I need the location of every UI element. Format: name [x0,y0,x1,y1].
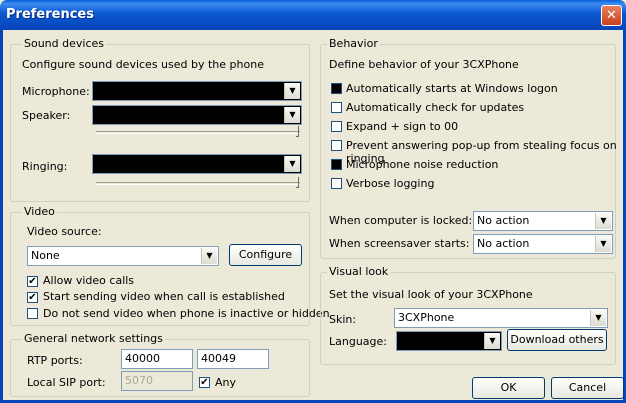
screensaver-label: When screensaver starts: [329,237,470,250]
microphone-label: Microphone: [22,85,90,98]
any-port-checkbox[interactable]: ✔ [199,377,210,388]
video-legend: Video [22,205,57,218]
chevron-down-icon: ▼ [595,213,611,229]
configure-label: Configure [238,248,293,261]
rtp-ports-label: RTP ports: [27,354,83,367]
language-select[interactable]: ▼ [396,331,502,351]
chevron-down-icon: ▼ [590,310,606,326]
auto-update-checkbox[interactable] [331,102,342,113]
local-sip-port-input[interactable]: 5070 [121,371,193,391]
language-label: Language: [329,335,387,348]
noise-reduction-label: Microphone noise reduction [346,158,499,171]
ok-label: OK [500,381,517,394]
speaker-select[interactable]: ▼ [92,105,302,125]
skin-label: Skin: [329,313,357,326]
skin-select[interactable]: 3CXPhone ▼ [394,308,608,328]
ok-button[interactable]: OK [472,377,545,399]
title-bar: Preferences ✕ [0,0,626,30]
video-source-label: Video source: [27,225,102,238]
ringing-label: Ringing: [22,160,68,173]
rtp-port-to-input[interactable]: 40049 [197,349,269,369]
ringing-select[interactable]: ▼ [92,154,302,174]
speaker-volume-thumb[interactable] [296,126,299,137]
expand-plus-label: Expand + sign to 00 [346,120,459,133]
screensaver-action-select[interactable]: No action ▼ [473,234,613,254]
cancel-label: Cancel [568,381,607,394]
configure-button[interactable]: Configure [229,244,302,266]
any-port-label: Any [215,376,237,389]
rtp-port-from-value: 40000 [125,352,160,365]
verbose-logging-label: Verbose logging [346,177,435,190]
download-others-button[interactable]: Download others [507,329,607,351]
start-sending-video-label: Start sending video when call is establi… [43,290,285,303]
speaker-volume-slider[interactable] [96,131,300,134]
allow-video-checkbox[interactable]: ✔ [27,276,38,287]
noise-reduction-checkbox[interactable] [331,159,342,170]
behavior-legend: Behavior [327,37,380,50]
microphone-select[interactable]: ▼ [92,81,302,101]
rtp-port-from-input[interactable]: 40000 [121,349,193,369]
sound-description: Configure sound devices used by the phon… [22,58,264,71]
window-title: Preferences [6,7,94,22]
allow-video-label: Allow video calls [43,274,135,287]
video-source-select[interactable]: None ▼ [27,246,219,266]
behavior-description: Define behavior of your 3CXPhone [329,58,519,71]
auto-update-label: Automatically check for updates [346,101,525,114]
chevron-down-icon: ▼ [595,236,611,252]
ringing-volume-slider[interactable] [96,182,300,185]
sound-devices-legend: Sound devices [22,37,106,50]
skin-value: 3CXPhone [398,311,455,324]
visual-look-legend: Visual look [327,265,391,278]
speaker-label: Speaker: [22,109,71,122]
locked-action-select[interactable]: No action ▼ [473,211,613,231]
close-icon: ✕ [606,8,617,23]
local-sip-port-value: 5070 [125,374,153,387]
prevent-popup-checkbox[interactable] [331,140,342,151]
video-source-value: None [31,249,60,262]
locked-label: When computer is locked: [329,214,473,227]
rtp-port-to-value: 40049 [201,352,236,365]
auto-start-checkbox[interactable] [331,83,342,94]
local-sip-port-label: Local SIP port: [27,376,106,389]
auto-start-label: Automatically starts at Windows logon [346,82,558,95]
start-sending-video-checkbox[interactable]: ✔ [27,292,38,303]
ringing-volume-thumb[interactable] [296,177,299,188]
chevron-down-icon: ▼ [284,107,300,123]
cancel-button[interactable]: Cancel [551,377,624,399]
locked-action-value: No action [477,214,530,227]
download-others-label: Download others [510,333,604,346]
chevron-down-icon: ▼ [284,83,300,99]
chevron-down-icon: ▼ [484,333,500,349]
screensaver-action-value: No action [477,237,530,250]
no-video-inactive-label: Do not send video when phone is inactive… [43,307,330,320]
verbose-logging-checkbox[interactable] [331,178,342,189]
visual-description: Set the visual look of your 3CXPhone [329,288,533,301]
no-video-inactive-checkbox[interactable] [27,308,38,319]
close-button[interactable]: ✕ [601,5,622,26]
chevron-down-icon: ▼ [284,156,300,172]
network-legend: General network settings [22,332,165,345]
chevron-down-icon: ▼ [201,248,217,264]
expand-plus-checkbox[interactable] [331,121,342,132]
